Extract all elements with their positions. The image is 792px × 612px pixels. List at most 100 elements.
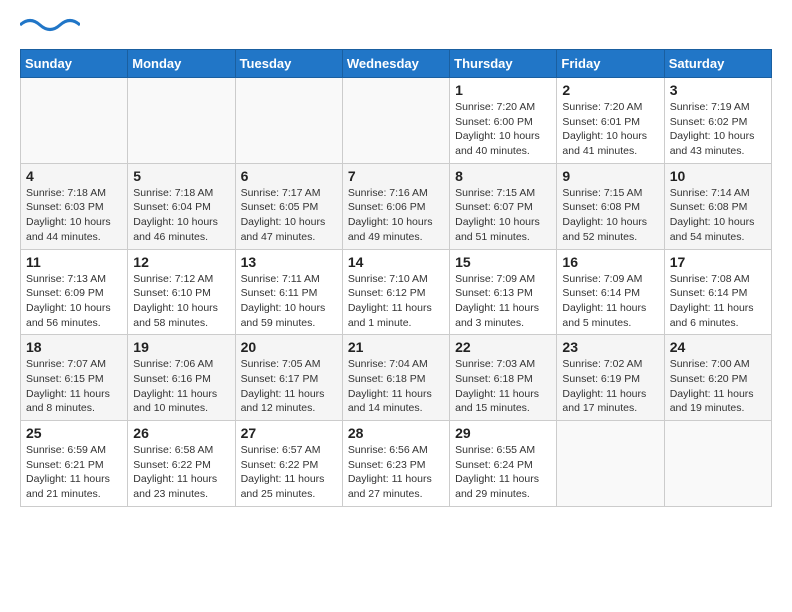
day-number: 29 bbox=[455, 425, 551, 441]
calendar-cell: 6 Sunrise: 7:17 AM Sunset: 6:05 PM Daylig… bbox=[235, 163, 342, 249]
calendar-cell: 26Sunrise: 6:58 AM Sunset: 6:22 PM Dayli… bbox=[128, 421, 235, 507]
calendar-cell: 9Sunrise: 7:15 AM Sunset: 6:08 PM Daylig… bbox=[557, 163, 664, 249]
week-row-3: 11 Sunrise: 7:13 AM Sunset: 6:09 PM Dayli… bbox=[21, 249, 772, 335]
day-number: 27 bbox=[241, 425, 337, 441]
calendar-header-row: SundayMondayTuesdayWednesdayThursdayFrid… bbox=[21, 50, 772, 78]
col-header-wednesday: Wednesday bbox=[342, 50, 449, 78]
calendar-cell: 1 Sunrise: 7:20 AM Sunset: 6:00 PM Daylig… bbox=[450, 78, 557, 164]
calendar-cell: 16 Sunrise: 7:09 AM Sunset: 6:14 PM Dayli… bbox=[557, 249, 664, 335]
week-row-2: 4 Sunrise: 7:18 AM Sunset: 6:03 PM Daylig… bbox=[21, 163, 772, 249]
col-header-tuesday: Tuesday bbox=[235, 50, 342, 78]
header bbox=[20, 16, 772, 39]
logo-wave-icon bbox=[20, 16, 80, 34]
col-header-monday: Monday bbox=[128, 50, 235, 78]
day-number: 7 bbox=[348, 168, 444, 184]
day-info: Sunrise: 7:10 AM Sunset: 6:12 PM Dayligh… bbox=[348, 272, 444, 331]
calendar-cell: 14 Sunrise: 7:10 AM Sunset: 6:12 PM Dayli… bbox=[342, 249, 449, 335]
day-info: Sunrise: 7:16 AM Sunset: 6:06 PM Dayligh… bbox=[348, 186, 444, 245]
calendar-cell: 19 Sunrise: 7:06 AM Sunset: 6:16 PM Dayli… bbox=[128, 335, 235, 421]
week-row-5: 25 Sunrise: 6:59 AM Sunset: 6:21 PM Dayli… bbox=[21, 421, 772, 507]
day-info: Sunrise: 6:59 AM Sunset: 6:21 PM Dayligh… bbox=[26, 443, 122, 502]
day-number: 6 bbox=[241, 168, 337, 184]
day-number: 17 bbox=[670, 254, 766, 270]
day-number: 21 bbox=[348, 339, 444, 355]
calendar-cell: 2 Sunrise: 7:20 AM Sunset: 6:01 PM Daylig… bbox=[557, 78, 664, 164]
day-info: Sunrise: 7:20 AM Sunset: 6:01 PM Dayligh… bbox=[562, 100, 658, 159]
day-info: Sunrise: 7:03 AM Sunset: 6:18 PM Dayligh… bbox=[455, 357, 551, 416]
day-number: 15 bbox=[455, 254, 551, 270]
day-number: 4 bbox=[26, 168, 122, 184]
day-info: Sunrise: 6:57 AM Sunset: 6:22 PM Dayligh… bbox=[241, 443, 337, 502]
day-info: Sunrise: 7:09 AM Sunset: 6:14 PM Dayligh… bbox=[562, 272, 658, 331]
day-info: Sunrise: 7:12 AM Sunset: 6:10 PM Dayligh… bbox=[133, 272, 229, 331]
day-info: Sunrise: 7:17 AM Sunset: 6:05 PM Dayligh… bbox=[241, 186, 337, 245]
day-info: Sunrise: 7:09 AM Sunset: 6:13 PM Dayligh… bbox=[455, 272, 551, 331]
calendar-cell: 12 Sunrise: 7:12 AM Sunset: 6:10 PM Dayli… bbox=[128, 249, 235, 335]
calendar-cell: 11 Sunrise: 7:13 AM Sunset: 6:09 PM Dayli… bbox=[21, 249, 128, 335]
day-info: Sunrise: 7:06 AM Sunset: 6:16 PM Dayligh… bbox=[133, 357, 229, 416]
calendar-cell: 17 Sunrise: 7:08 AM Sunset: 6:14 PM Dayli… bbox=[664, 249, 771, 335]
day-number: 24 bbox=[670, 339, 766, 355]
calendar-cell: 3 Sunrise: 7:19 AM Sunset: 6:02 PM Daylig… bbox=[664, 78, 771, 164]
day-number: 25 bbox=[26, 425, 122, 441]
day-info: Sunrise: 7:14 AM Sunset: 6:08 PM Dayligh… bbox=[670, 186, 766, 245]
calendar-cell: 29 Sunrise: 6:55 AM Sunset: 6:24 PM Dayli… bbox=[450, 421, 557, 507]
calendar-cell bbox=[342, 78, 449, 164]
col-header-friday: Friday bbox=[557, 50, 664, 78]
day-number: 1 bbox=[455, 82, 551, 98]
day-number: 11 bbox=[26, 254, 122, 270]
calendar-cell: 5 Sunrise: 7:18 AM Sunset: 6:04 PM Daylig… bbox=[128, 163, 235, 249]
calendar-cell bbox=[21, 78, 128, 164]
calendar-cell bbox=[664, 421, 771, 507]
calendar-cell: 24 Sunrise: 7:00 AM Sunset: 6:20 PM Dayli… bbox=[664, 335, 771, 421]
day-info: Sunrise: 7:00 AM Sunset: 6:20 PM Dayligh… bbox=[670, 357, 766, 416]
calendar-cell: 27 Sunrise: 6:57 AM Sunset: 6:22 PM Dayli… bbox=[235, 421, 342, 507]
day-info: Sunrise: 7:15 AM Sunset: 6:07 PM Dayligh… bbox=[455, 186, 551, 245]
day-info: Sunrise: 7:18 AM Sunset: 6:03 PM Dayligh… bbox=[26, 186, 122, 245]
day-number: 8 bbox=[455, 168, 551, 184]
day-number: 22 bbox=[455, 339, 551, 355]
day-number: 23 bbox=[562, 339, 658, 355]
day-number: 5 bbox=[133, 168, 229, 184]
week-row-1: 1 Sunrise: 7:20 AM Sunset: 6:00 PM Daylig… bbox=[21, 78, 772, 164]
day-info: Sunrise: 7:02 AM Sunset: 6:19 PM Dayligh… bbox=[562, 357, 658, 416]
day-number: 3 bbox=[670, 82, 766, 98]
day-info: Sunrise: 7:08 AM Sunset: 6:14 PM Dayligh… bbox=[670, 272, 766, 331]
day-number: 14 bbox=[348, 254, 444, 270]
calendar-cell: 28 Sunrise: 6:56 AM Sunset: 6:23 PM Dayli… bbox=[342, 421, 449, 507]
day-info: Sunrise: 7:15 AM Sunset: 6:08 PM Dayligh… bbox=[562, 186, 658, 245]
calendar-cell: 23 Sunrise: 7:02 AM Sunset: 6:19 PM Dayli… bbox=[557, 335, 664, 421]
day-info: Sunrise: 7:11 AM Sunset: 6:11 PM Dayligh… bbox=[241, 272, 337, 331]
day-number: 2 bbox=[562, 82, 658, 98]
day-info: Sunrise: 7:05 AM Sunset: 6:17 PM Dayligh… bbox=[241, 357, 337, 416]
calendar-cell bbox=[235, 78, 342, 164]
day-info: Sunrise: 7:13 AM Sunset: 6:09 PM Dayligh… bbox=[26, 272, 122, 331]
day-info: Sunrise: 6:55 AM Sunset: 6:24 PM Dayligh… bbox=[455, 443, 551, 502]
calendar-body: 1 Sunrise: 7:20 AM Sunset: 6:00 PM Daylig… bbox=[21, 78, 772, 507]
calendar-cell: 20 Sunrise: 7:05 AM Sunset: 6:17 PM Dayli… bbox=[235, 335, 342, 421]
day-info: Sunrise: 7:18 AM Sunset: 6:04 PM Dayligh… bbox=[133, 186, 229, 245]
day-info: Sunrise: 6:56 AM Sunset: 6:23 PM Dayligh… bbox=[348, 443, 444, 502]
day-info: Sunrise: 7:20 AM Sunset: 6:00 PM Dayligh… bbox=[455, 100, 551, 159]
logo bbox=[20, 16, 80, 39]
calendar-cell: 25 Sunrise: 6:59 AM Sunset: 6:21 PM Dayli… bbox=[21, 421, 128, 507]
calendar-table: SundayMondayTuesdayWednesdayThursdayFrid… bbox=[20, 49, 772, 507]
day-info: Sunrise: 7:04 AM Sunset: 6:18 PM Dayligh… bbox=[348, 357, 444, 416]
calendar-cell: 15 Sunrise: 7:09 AM Sunset: 6:13 PM Dayli… bbox=[450, 249, 557, 335]
day-number: 10 bbox=[670, 168, 766, 184]
week-row-4: 18Sunrise: 7:07 AM Sunset: 6:15 PM Dayli… bbox=[21, 335, 772, 421]
calendar-cell: 4 Sunrise: 7:18 AM Sunset: 6:03 PM Daylig… bbox=[21, 163, 128, 249]
calendar-cell: 18Sunrise: 7:07 AM Sunset: 6:15 PM Dayli… bbox=[21, 335, 128, 421]
calendar-cell: 13 Sunrise: 7:11 AM Sunset: 6:11 PM Dayli… bbox=[235, 249, 342, 335]
day-info: Sunrise: 6:58 AM Sunset: 6:22 PM Dayligh… bbox=[133, 443, 229, 502]
day-number: 16 bbox=[562, 254, 658, 270]
day-info: Sunrise: 7:07 AM Sunset: 6:15 PM Dayligh… bbox=[26, 357, 122, 416]
col-header-sunday: Sunday bbox=[21, 50, 128, 78]
day-number: 19 bbox=[133, 339, 229, 355]
day-info: Sunrise: 7:19 AM Sunset: 6:02 PM Dayligh… bbox=[670, 100, 766, 159]
day-number: 28 bbox=[348, 425, 444, 441]
day-number: 12 bbox=[133, 254, 229, 270]
calendar-cell: 10 Sunrise: 7:14 AM Sunset: 6:08 PM Dayli… bbox=[664, 163, 771, 249]
day-number: 13 bbox=[241, 254, 337, 270]
day-number: 20 bbox=[241, 339, 337, 355]
